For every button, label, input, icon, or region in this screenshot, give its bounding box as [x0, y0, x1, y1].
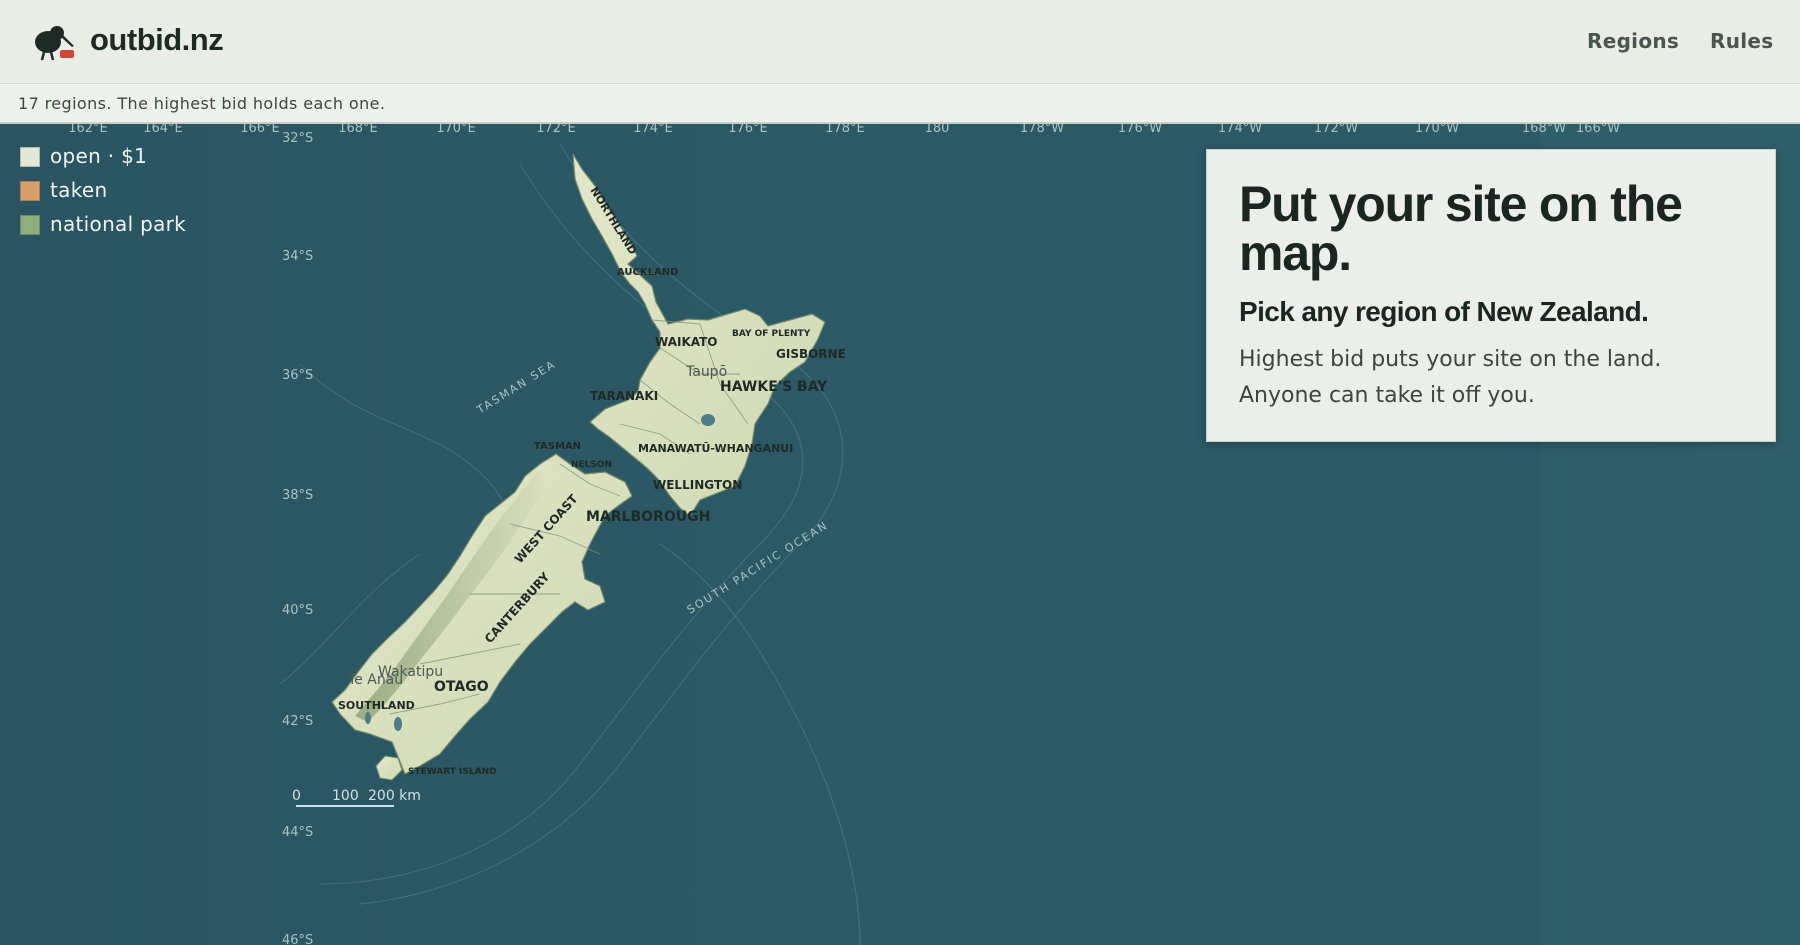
latitude-label: 34°S: [282, 249, 313, 264]
latitude-label: 32°S: [282, 131, 313, 146]
intro-card: Put your site on the map. Pick any regio…: [1206, 149, 1776, 442]
longitude-label: 170°W: [1415, 124, 1459, 136]
lake-label-te-anau: Te Anau: [347, 672, 403, 688]
region-label-northland: NORTHLAND: [587, 185, 639, 257]
longitude-label: 168°E: [338, 124, 378, 136]
card-body-line-1: Highest bid puts your site on the land.: [1239, 347, 1662, 372]
longitude-label: 172°W: [1314, 124, 1358, 136]
scale-label-200: 200 km: [368, 788, 421, 804]
sea-label-tasman: TASMAN SEA: [474, 358, 559, 418]
region-label-nelson: NELSON: [571, 460, 612, 470]
latitude-label: 44°S: [282, 825, 313, 840]
longitude-label: 166°E: [240, 124, 280, 136]
longitude-label: 178°W: [1020, 124, 1064, 136]
lake-labels: Taupō Wakatipu Te Anau: [347, 364, 727, 688]
legend-swatch-open: [20, 147, 40, 167]
info-bar: 17 regions. The highest bid holds each o…: [0, 84, 1800, 124]
region-labels: NORTHLAND AUCKLAND WAIKATO BAY OF PLENTY…: [338, 185, 846, 777]
legend-swatch-national-park: [20, 215, 40, 235]
nav-rules-link[interactable]: Rules: [1710, 29, 1773, 53]
card-body-line-2: Anyone can take it off you.: [1239, 383, 1535, 408]
nav-regions-link[interactable]: Regions: [1587, 29, 1679, 53]
longitude-label: 176°E: [728, 124, 768, 136]
region-label-gisborne: GISBORNE: [776, 347, 846, 361]
sea-label-pacific: SOUTH PACIFIC OCEAN: [685, 519, 831, 617]
longitude-label: 172°E: [536, 124, 576, 136]
longitude-label: 174°W: [1218, 124, 1262, 136]
region-label-canterbury: CANTERBURY: [482, 570, 553, 646]
legend-label-open: open · $1: [50, 144, 148, 168]
legend-swatch-taken: [20, 181, 40, 201]
region-label-wellington: WELLINGTON: [653, 478, 742, 492]
region-label-stewart-island: STEWART ISLAND: [408, 767, 497, 777]
region-label-manawatu-whanganui: MANAWATŪ-WHANGANUI: [638, 442, 793, 455]
longitude-label: 180: [925, 124, 950, 136]
scale-label-100: 100: [332, 788, 359, 804]
latitude-label: 42°S: [282, 714, 313, 729]
region-label-hawkes-bay: HAWKE'S BAY: [720, 379, 828, 395]
scale-bar: 0 100 200 km: [292, 788, 421, 807]
longitude-label: 168°W: [1522, 124, 1566, 136]
region-label-waikato: WAIKATO: [655, 335, 718, 349]
region-label-bay-of-plenty: BAY OF PLENTY: [732, 329, 811, 339]
latitude-label: 46°S: [282, 933, 313, 945]
region-label-southland: SOUTHLAND: [338, 699, 415, 712]
longitude-label: 162°E: [68, 124, 108, 136]
longitude-label: 166°W: [1576, 124, 1620, 136]
latitude-label: 40°S: [282, 603, 313, 618]
top-bar: outbid.nz Regions Rules: [0, 0, 1800, 84]
region-label-west-coast: WEST COAST: [512, 491, 581, 566]
longitude-label: 178°E: [825, 124, 865, 136]
card-body: Highest bid puts your site on the land. …: [1239, 342, 1743, 414]
legend-label-taken: taken: [50, 178, 108, 202]
card-subtitle: Pick any region of New Zealand.: [1239, 296, 1649, 327]
region-label-auckland: AUCKLAND: [617, 267, 678, 278]
latitude-label: 36°S: [282, 368, 313, 383]
card-title: Put your site on the map.: [1239, 176, 1683, 281]
brand-name[interactable]: outbid.nz: [90, 22, 224, 58]
region-label-otago: OTAGO: [434, 679, 489, 695]
longitude-label: 176°W: [1118, 124, 1162, 136]
longitude-label: 174°E: [633, 124, 673, 136]
region-label-tasman: TASMAN: [534, 441, 581, 452]
lake-label-taupo: Taupō: [685, 364, 727, 380]
latitude-labels: 32°S 34°S 36°S 38°S 40°S 42°S 44°S 46°S: [282, 131, 313, 945]
longitude-label: 170°E: [436, 124, 476, 136]
kiwi-bird-icon[interactable]: [30, 22, 76, 62]
region-label-marlborough: MARLBOROUGH: [586, 509, 710, 525]
scale-label-0: 0: [292, 788, 301, 804]
latitude-label: 38°S: [282, 488, 313, 503]
regions-summary-text: 17 regions. The highest bid holds each o…: [18, 94, 386, 113]
longitude-label: 164°E: [143, 124, 183, 136]
region-label-taranaki: TARANAKI: [590, 389, 658, 403]
legend-label-national-park: national park: [50, 212, 187, 236]
